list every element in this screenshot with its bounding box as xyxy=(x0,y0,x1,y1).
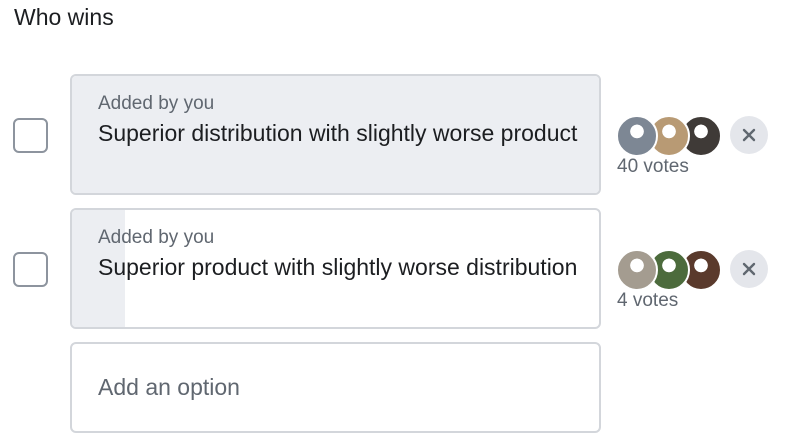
option-label: Superior product with slightly worse dis… xyxy=(98,254,578,280)
votes-count[interactable]: 4 votes xyxy=(617,290,678,312)
option-box[interactable]: Added by you Superior product with sligh… xyxy=(70,208,601,329)
add-option-box[interactable] xyxy=(70,342,601,433)
option-label: Superior distribution with slightly wors… xyxy=(98,120,578,146)
option-box[interactable]: Added by you Superior distribution with … xyxy=(70,74,601,195)
remove-option-button[interactable] xyxy=(730,116,768,154)
poll-option: Added by you Superior distribution with … xyxy=(0,74,786,195)
add-option-row xyxy=(0,342,786,433)
option-text: Added by you Superior product with sligh… xyxy=(98,226,579,282)
poll-option: Added by you Superior product with sligh… xyxy=(0,208,786,329)
close-icon xyxy=(742,262,756,276)
voter-avatars[interactable] xyxy=(616,249,726,291)
poll-question: Who wins xyxy=(14,4,114,30)
option-checkbox[interactable] xyxy=(13,252,48,287)
remove-option-button[interactable] xyxy=(730,250,768,288)
option-text: Added by you Superior distribution with … xyxy=(98,92,579,148)
votes-count[interactable]: 40 votes xyxy=(617,156,689,178)
voter-avatar[interactable] xyxy=(616,249,658,291)
option-checkbox[interactable] xyxy=(13,118,48,153)
option-added-by: Added by you xyxy=(98,93,215,114)
option-added-by: Added by you xyxy=(98,227,215,248)
voter-avatars[interactable] xyxy=(616,115,726,157)
close-icon xyxy=(742,128,756,142)
voter-avatar[interactable] xyxy=(616,115,658,157)
add-option-input[interactable] xyxy=(98,344,579,431)
poll: Who wins Added by you Superior distribut… xyxy=(0,0,786,444)
